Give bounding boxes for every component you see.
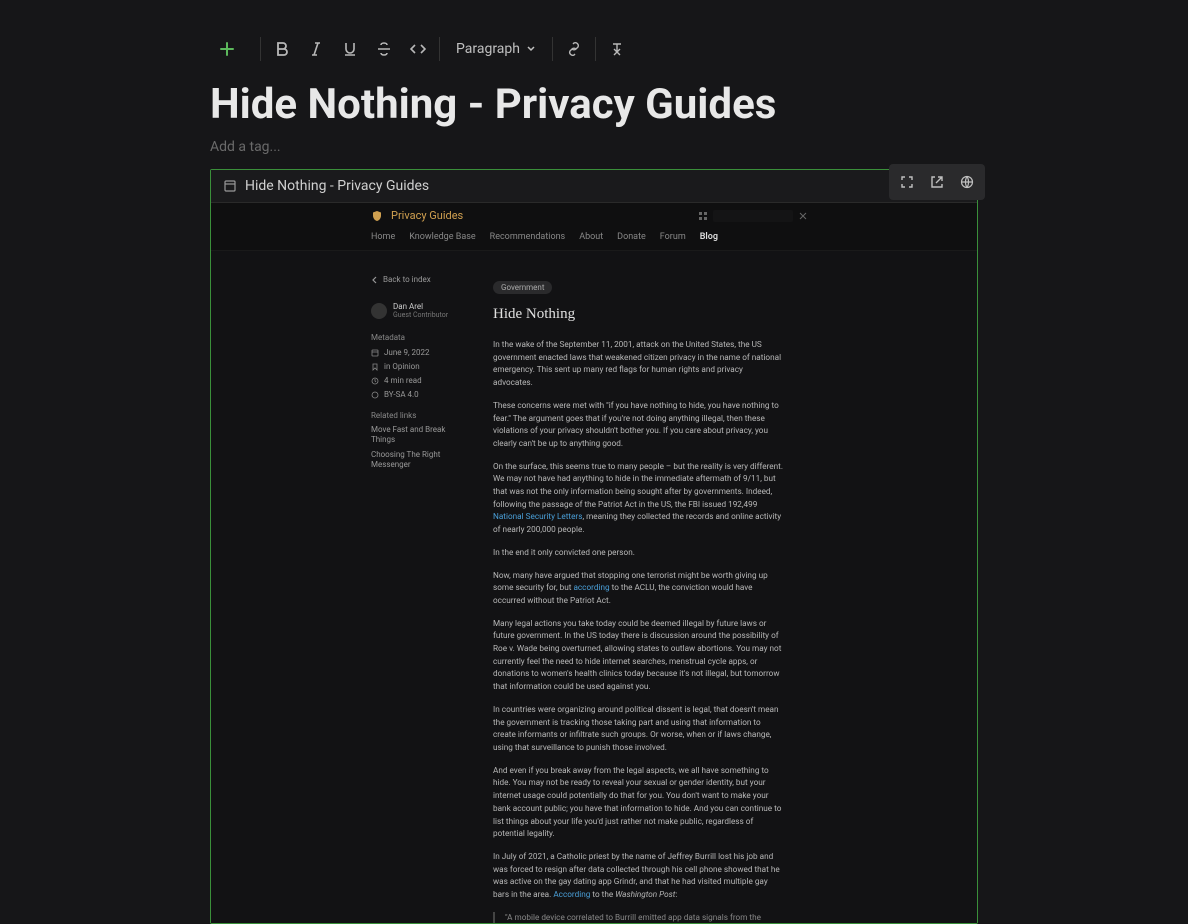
strikethrough-button[interactable] xyxy=(367,32,401,66)
bookmark-icon xyxy=(371,363,379,371)
toolbar-divider xyxy=(552,37,553,61)
close-icon[interactable] xyxy=(799,212,807,220)
license-icon xyxy=(371,391,379,399)
nav-forum[interactable]: Forum xyxy=(660,232,686,242)
nav-home[interactable]: Home xyxy=(371,232,395,242)
underline-button[interactable] xyxy=(333,32,367,66)
related-label: Related links xyxy=(371,411,463,420)
back-link[interactable]: Back to index xyxy=(371,275,463,284)
site-logo[interactable]: Privacy Guides xyxy=(371,209,463,222)
article-link[interactable]: National Security Letters xyxy=(493,512,582,522)
article-sidebar: Back to index Dan Arel Guest Contributor… xyxy=(371,275,463,923)
article-paragraph: In the end it only convicted one person. xyxy=(493,547,783,560)
arrow-left-icon xyxy=(371,276,379,284)
article-paragraph: These concerns were met with "if you hav… xyxy=(493,400,783,451)
article-paragraph: In July of 2021, a Catholic priest by th… xyxy=(493,851,783,902)
article-tag[interactable]: Government xyxy=(493,281,552,294)
shield-icon xyxy=(371,210,383,222)
embed-controls xyxy=(889,164,985,200)
nav-kb[interactable]: Knowledge Base xyxy=(409,232,475,242)
author-role: Guest Contributor xyxy=(393,311,448,319)
site-body: Back to index Dan Arel Guest Contributor… xyxy=(211,251,977,923)
article-main: Government Hide Nothing In the wake of t… xyxy=(493,275,783,923)
italic-button[interactable] xyxy=(299,32,333,66)
avatar xyxy=(371,303,387,319)
editor-toolbar: Paragraph xyxy=(0,0,1188,60)
calendar-icon xyxy=(371,349,379,357)
add-block-button[interactable] xyxy=(210,32,244,66)
nav-about[interactable]: About xyxy=(579,232,603,242)
meta-category: in Opinion xyxy=(371,362,463,371)
meta-readtime: 4 min read xyxy=(371,376,463,385)
chevron-down-icon xyxy=(526,44,536,54)
clock-icon xyxy=(371,377,379,385)
toolbar-divider xyxy=(439,37,440,61)
article-heading: Hide Nothing xyxy=(493,306,783,323)
meta-date: June 9, 2022 xyxy=(371,348,463,357)
article-link[interactable]: according xyxy=(573,583,609,593)
article-link[interactable]: According xyxy=(553,890,590,900)
site-nav: Home Knowledge Base Recommendations Abou… xyxy=(211,228,977,251)
clear-format-button[interactable] xyxy=(600,32,634,66)
embed-header: Hide Nothing - Privacy Guides xyxy=(211,170,977,203)
bold-button[interactable] xyxy=(265,32,299,66)
article-paragraph: Now, many have argued that stopping one … xyxy=(493,570,783,608)
related-link[interactable]: Move Fast and Break Things xyxy=(371,425,463,446)
embed-title: Hide Nothing - Privacy Guides xyxy=(245,178,429,194)
globe-button[interactable] xyxy=(953,168,981,196)
related-link[interactable]: Choosing The Right Messenger xyxy=(371,450,463,471)
embed-content[interactable]: Privacy Guides Home Knowledge Base Recom… xyxy=(211,203,977,923)
grid-icon[interactable] xyxy=(699,212,707,220)
page-icon xyxy=(223,179,237,193)
search-input[interactable] xyxy=(713,210,793,222)
toolbar-divider xyxy=(595,37,596,61)
blockquote: "A mobile device correlated to Burrill e… xyxy=(493,912,783,923)
link-button[interactable] xyxy=(557,32,591,66)
article-paragraph: On the surface, this seems true to many … xyxy=(493,461,783,537)
nav-blog[interactable]: Blog xyxy=(700,232,718,242)
block-style-select[interactable]: Paragraph xyxy=(444,41,548,57)
code-button[interactable] xyxy=(401,32,435,66)
site-brand: Privacy Guides xyxy=(391,209,463,222)
article-paragraph: In the wake of the September 11, 2001, a… xyxy=(493,339,783,390)
toolbar-divider xyxy=(260,37,261,61)
nav-donate[interactable]: Donate xyxy=(617,232,646,242)
author-name: Dan Arel xyxy=(393,302,448,311)
web-embed: Hide Nothing - Privacy Guides Privacy Gu… xyxy=(210,169,978,924)
site-search xyxy=(699,210,807,222)
author-block: Dan Arel Guest Contributor xyxy=(371,302,463,319)
nav-recommendations[interactable]: Recommendations xyxy=(490,232,566,242)
open-external-button[interactable] xyxy=(923,168,951,196)
site-header: Privacy Guides xyxy=(211,203,977,228)
expand-button[interactable] xyxy=(893,168,921,196)
article-paragraph: And even if you break away from the lega… xyxy=(493,765,783,841)
block-style-label: Paragraph xyxy=(456,41,520,57)
article-paragraph: Many legal actions you take today could … xyxy=(493,618,783,694)
article-paragraph: In countries were organizing around poli… xyxy=(493,704,783,755)
tag-input[interactable]: Add a tag... xyxy=(0,133,1188,169)
page-title[interactable]: Hide Nothing - Privacy Guides xyxy=(0,60,1188,133)
meta-license: BY-SA 4.0 xyxy=(371,390,463,399)
metadata-label: Metadata xyxy=(371,333,463,342)
